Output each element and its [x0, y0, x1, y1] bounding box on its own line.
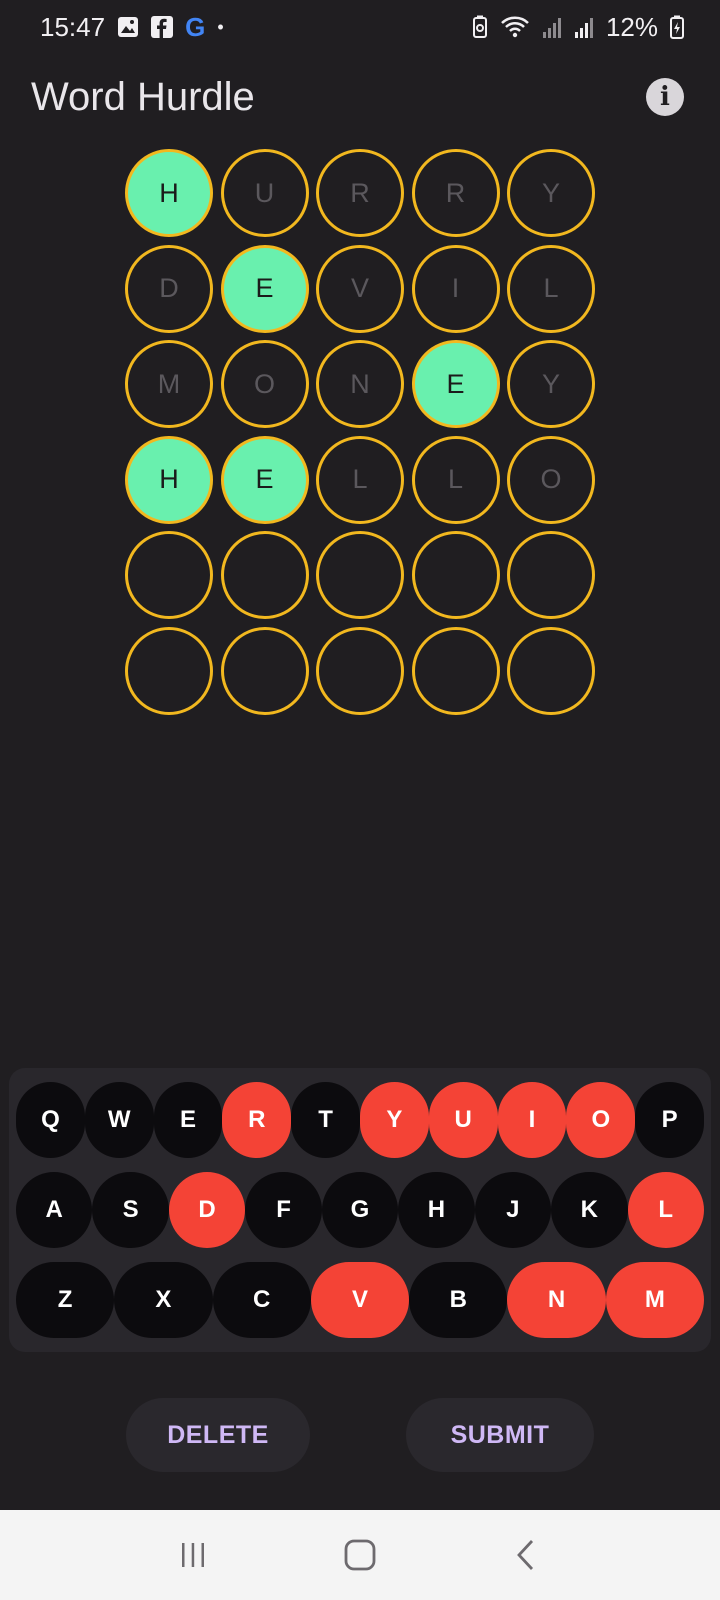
- signal-icon: [574, 16, 594, 38]
- google-icon: G: [185, 11, 206, 42]
- board-tile: N: [316, 340, 404, 428]
- system-navigation-bar: [0, 1510, 720, 1600]
- key-q[interactable]: Q: [16, 1082, 85, 1158]
- board-tile: R: [411, 149, 500, 237]
- key-g[interactable]: G: [321, 1172, 399, 1248]
- board-tile: D: [125, 244, 213, 333]
- notification-dot: •: [217, 16, 224, 37]
- key-w[interactable]: W: [84, 1082, 154, 1158]
- key-j[interactable]: J: [474, 1172, 552, 1248]
- app-bar: Word Hurdle i: [0, 60, 720, 134]
- board-tile: [411, 531, 500, 619]
- key-x[interactable]: X: [114, 1262, 213, 1338]
- facebook-icon: [151, 16, 174, 38]
- keyboard-row: QWERTYUIOP: [16, 1082, 704, 1158]
- key-m[interactable]: M: [605, 1262, 704, 1338]
- board-tile: [220, 531, 309, 619]
- battery-charging-icon: [670, 15, 684, 39]
- clock: 15:47: [40, 11, 106, 42]
- board-tile: [316, 626, 404, 715]
- guess-board: HURRYDEVILMONEYHELLO: [125, 149, 595, 715]
- board-tile: [316, 531, 404, 619]
- key-c[interactable]: C: [212, 1262, 311, 1338]
- key-o[interactable]: O: [566, 1082, 636, 1158]
- key-n[interactable]: N: [507, 1262, 606, 1338]
- board-tile: H: [125, 435, 213, 524]
- board-tile: R: [316, 149, 404, 237]
- board-tile: L: [507, 244, 595, 333]
- key-r[interactable]: R: [222, 1082, 292, 1158]
- board-tile: L: [411, 435, 500, 524]
- key-s[interactable]: S: [92, 1172, 169, 1248]
- board-tile: Y: [507, 149, 595, 237]
- key-y[interactable]: Y: [359, 1082, 429, 1158]
- key-d[interactable]: D: [168, 1172, 246, 1248]
- status-bar-left: 15:47 G •: [40, 12, 224, 43]
- board-tile: [507, 531, 595, 619]
- keyboard-row: ASDFGHJKL: [16, 1172, 704, 1248]
- key-u[interactable]: U: [428, 1082, 498, 1158]
- board-tile: [411, 626, 500, 715]
- board-tile: [507, 626, 595, 715]
- board-tile: H: [125, 149, 213, 237]
- key-k[interactable]: K: [551, 1172, 628, 1248]
- submit-button[interactable]: SUBMIT: [406, 1398, 594, 1472]
- board-tile: E: [220, 435, 309, 524]
- board-tile: E: [220, 244, 309, 333]
- key-t[interactable]: T: [291, 1082, 360, 1158]
- signal-icon: [542, 16, 562, 38]
- key-f[interactable]: F: [245, 1172, 322, 1248]
- key-e[interactable]: E: [153, 1082, 223, 1158]
- board-tile: I: [411, 244, 500, 333]
- board-tile: V: [316, 244, 404, 333]
- key-i[interactable]: I: [497, 1082, 567, 1158]
- status-bar: 15:47 G • 12%: [0, 0, 720, 54]
- wifi-icon: [500, 15, 530, 39]
- image-icon: [117, 16, 139, 38]
- battery-percent: 12%: [605, 11, 658, 42]
- key-v[interactable]: V: [310, 1262, 410, 1338]
- board-tile: L: [316, 435, 404, 524]
- back-icon[interactable]: [497, 1525, 557, 1585]
- key-a[interactable]: A: [16, 1172, 93, 1248]
- board-tile: O: [507, 435, 595, 524]
- board-tile: [220, 626, 309, 715]
- key-b[interactable]: B: [409, 1262, 508, 1338]
- board-tile: E: [411, 340, 500, 428]
- key-z[interactable]: Z: [16, 1262, 115, 1338]
- on-screen-keyboard: QWERTYUIOP ASDFGHJKL ZXCVBNM: [9, 1068, 711, 1352]
- home-icon[interactable]: [330, 1525, 390, 1585]
- key-p[interactable]: P: [635, 1082, 704, 1158]
- recent-apps-icon[interactable]: [163, 1525, 223, 1585]
- delete-button[interactable]: DELETE: [126, 1398, 310, 1472]
- board-tile: [125, 531, 213, 619]
- app-title: Word Hurdle: [31, 74, 255, 119]
- info-icon[interactable]: i: [646, 78, 684, 116]
- key-h[interactable]: H: [398, 1172, 475, 1248]
- board-tile: U: [220, 149, 309, 237]
- board-tile: Y: [507, 340, 595, 428]
- app-screen: 15:47 G • 12% Word Hurdle i H U R R Y D …: [0, 0, 720, 1600]
- battery-saver-icon: [472, 15, 488, 39]
- board-tile: O: [220, 340, 309, 428]
- keyboard-row: ZXCVBNM: [16, 1262, 704, 1338]
- status-bar-right: 12%: [472, 12, 684, 43]
- key-l[interactable]: L: [627, 1172, 704, 1248]
- board-tile: M: [125, 340, 213, 428]
- board-tile: [125, 626, 213, 715]
